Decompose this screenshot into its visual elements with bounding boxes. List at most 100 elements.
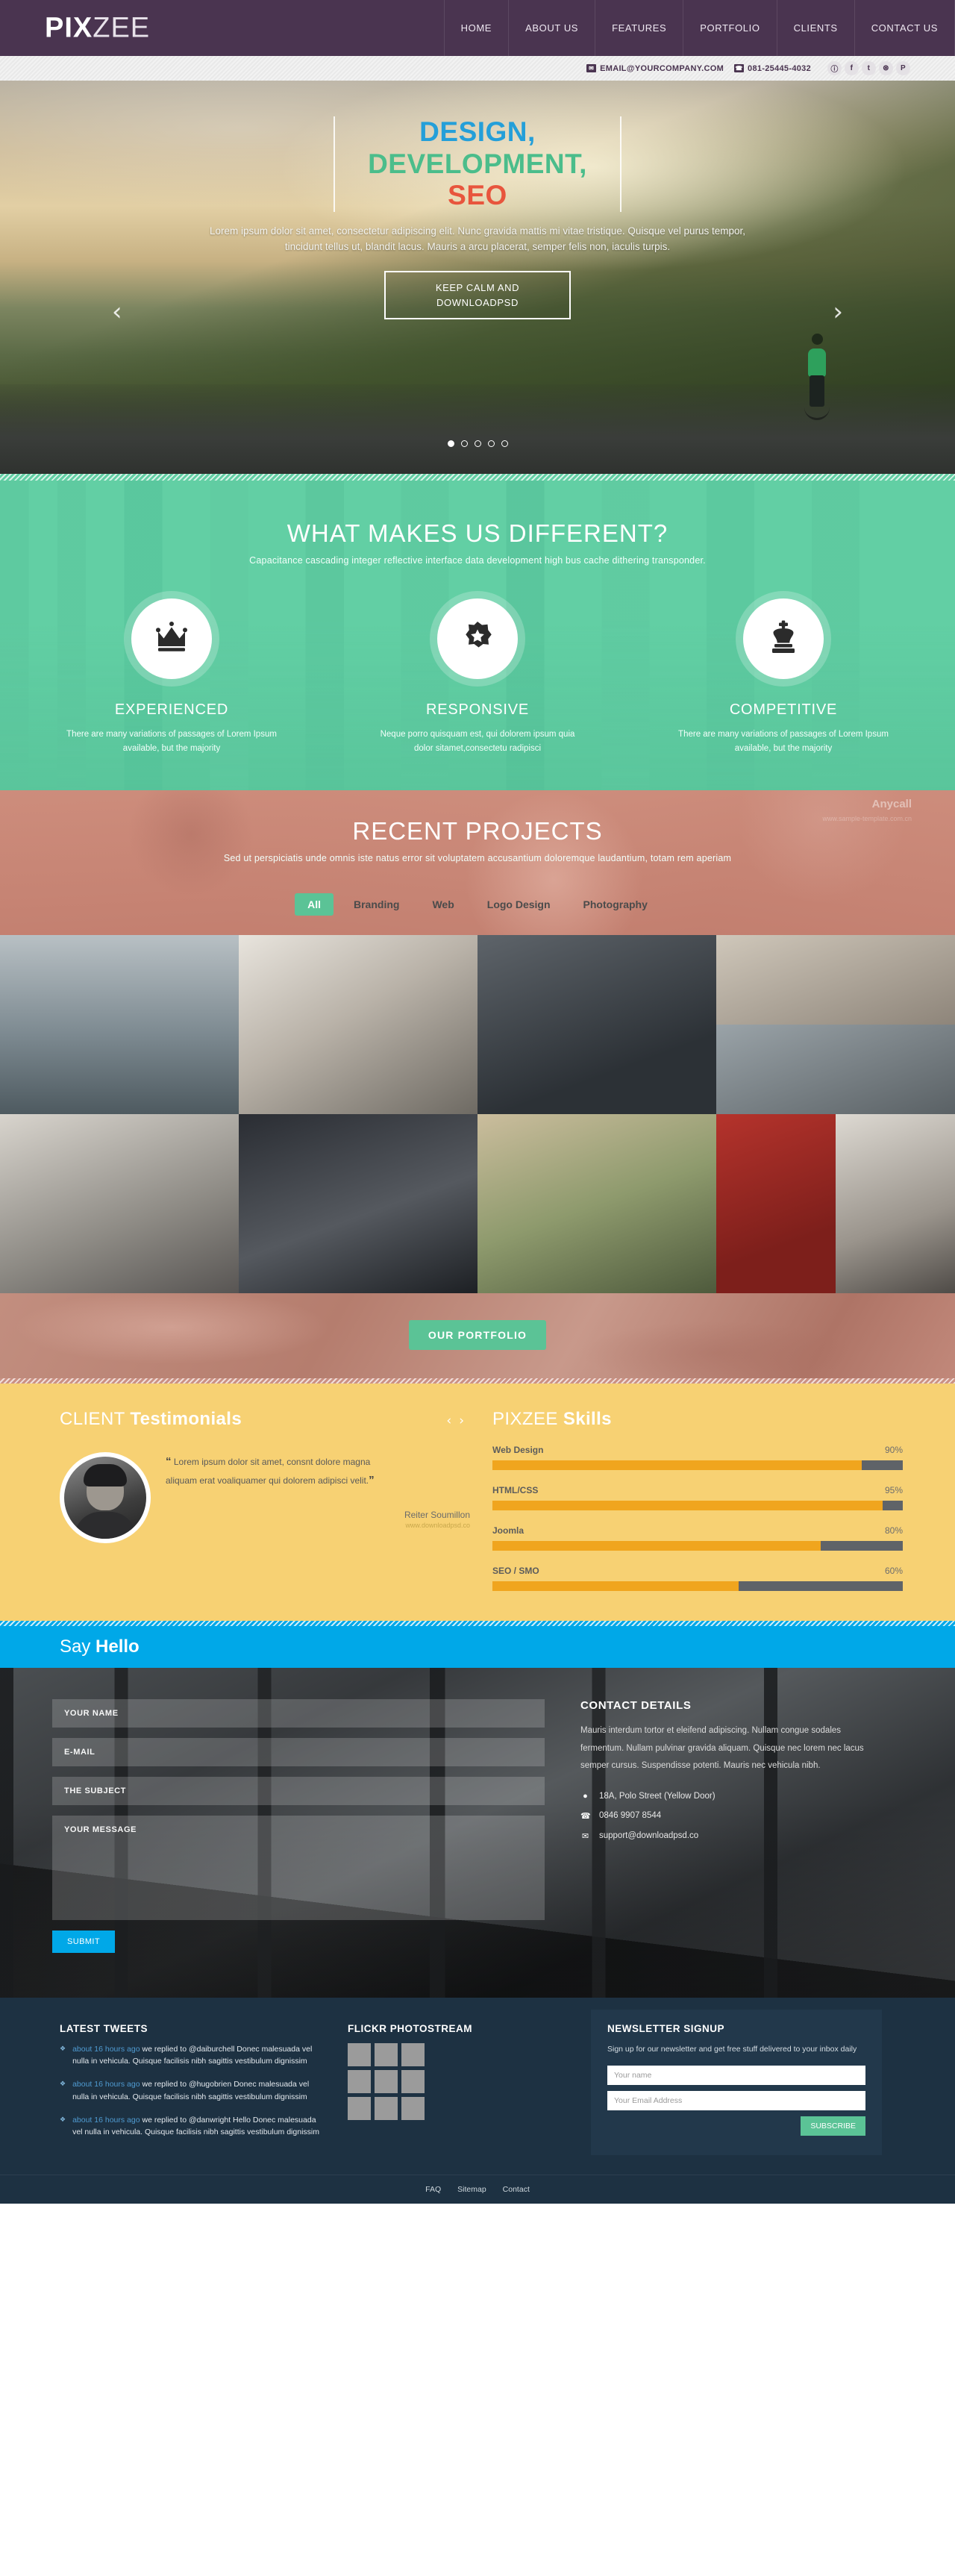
dribbble-icon[interactable]: ⊛	[879, 61, 893, 75]
filter-tab-all[interactable]: All	[295, 892, 334, 916]
nav-item-about-us[interactable]: ABOUT US	[508, 0, 595, 56]
tweet-time-2[interactable]: about 16 hours ago	[72, 2080, 140, 2089]
footer-link-faq[interactable]: FAQ	[425, 2185, 441, 2194]
newsletter-title: NEWSLETTER SIGNUP	[607, 2022, 725, 2034]
twitter-icon[interactable]: t	[862, 61, 876, 75]
hero-title: DESIGN, DEVELOPMENT, SEO	[334, 116, 621, 212]
testimonial-nav: ‹ ›	[446, 1413, 464, 1428]
slider-dot-3[interactable]	[474, 440, 481, 447]
footer-tweets-block: LATEST TWEETS ❖ about 16 hours ago we re…	[60, 2023, 321, 2155]
feature-icon-wrap-1	[131, 598, 212, 679]
flickr-thumbnail[interactable]	[348, 2069, 371, 2093]
flickr-thumbnail[interactable]	[401, 2096, 425, 2120]
slider-dot-4[interactable]	[487, 440, 495, 447]
flickr-thumbnail[interactable]	[375, 2069, 398, 2093]
portfolio-item-vintage-camera[interactable]	[836, 1113, 955, 1293]
tweet-item[interactable]: ❖ about 16 hours ago we replied to @danw…	[60, 2114, 321, 2139]
facebook-icon[interactable]: f	[845, 61, 859, 75]
hero-title-line-1: DESIGN,	[419, 116, 536, 147]
testimonials-title-light: CLIENT	[60, 1408, 131, 1429]
contact-email-input[interactable]	[52, 1737, 545, 1766]
tweet-item[interactable]: ❖ about 16 hours ago we replied to @daib…	[60, 2043, 321, 2068]
filter-tab-branding[interactable]: Branding	[341, 893, 412, 916]
feature-card-experienced[interactable]: EXPERIENCED There are many variations of…	[52, 598, 291, 756]
portfolio-item-wooden-bench[interactable]	[716, 1024, 955, 1114]
testimonial-prev-arrow[interactable]: ‹	[446, 1413, 451, 1428]
newsletter-email-input[interactable]	[607, 2091, 865, 2111]
site-logo[interactable]: PIXZEE	[45, 12, 150, 44]
testimonial-author-site: www.downloadpsd.co	[405, 1521, 470, 1529]
portfolio-item-girl-on-road[interactable]	[478, 1113, 716, 1293]
slider-dot-1[interactable]	[447, 440, 454, 447]
submit-button[interactable]: SUBMIT	[52, 1930, 115, 1953]
projects-section: Anycall www.sample-template.com.cn RECEN…	[0, 790, 955, 935]
newsletter-name-input[interactable]	[607, 2066, 865, 2086]
projects-subtitle: Sed ut perspiciatis unde omnis iste natu…	[223, 852, 732, 863]
header-phone[interactable]: ☎ 081-25445-4032	[734, 64, 811, 73]
skill-row-joomla: Joomla 80%	[492, 1525, 903, 1551]
slider-dot-2[interactable]	[460, 440, 468, 447]
flickr-thumbnail[interactable]	[401, 2069, 425, 2093]
contact-message-textarea[interactable]	[52, 1815, 545, 1920]
avatar	[60, 1451, 151, 1543]
contact-email-row[interactable]: ✉ support@downloadpsd.co	[580, 1831, 879, 1841]
portfolio-item-flatlay-gadgets[interactable]	[478, 934, 716, 1114]
cyclist-photo-element	[802, 332, 832, 420]
footer-link-sitemap[interactable]: Sitemap	[457, 2185, 486, 2194]
contact-address-text: 18A, Polo Street (Yellow Door)	[599, 1791, 716, 1801]
flickr-thumbnail[interactable]	[348, 2042, 371, 2066]
filter-tab-logo-design[interactable]: Logo Design	[475, 893, 563, 916]
footer-link-contact[interactable]: Contact	[503, 2185, 530, 2194]
tweet-item[interactable]: ❖ about 16 hours ago we replied to @hugo…	[60, 2078, 321, 2103]
flickr-thumbnail[interactable]	[375, 2042, 398, 2066]
nav-item-portfolio[interactable]: PORTFOLIO	[683, 0, 776, 56]
slider-prev-arrow[interactable]: ‹	[112, 297, 122, 327]
contact-subject-input[interactable]	[52, 1776, 545, 1805]
testimonial-next-arrow[interactable]: ›	[459, 1413, 464, 1428]
header-email[interactable]: ✉ EMAIL@YOURCOMPANY.COM	[586, 64, 724, 73]
portfolio-item-desk-with-laptop[interactable]	[239, 934, 478, 1114]
hero-title-line-3: SEO	[448, 180, 507, 211]
testimonial-author: Reiter Soumillon	[404, 1509, 470, 1520]
filter-tab-web[interactable]: Web	[419, 893, 466, 916]
portfolio-item-red-backpack[interactable]	[716, 1113, 836, 1293]
slider-dot-5[interactable]	[501, 440, 508, 447]
filter-tab-photography[interactable]: Photography	[571, 893, 660, 916]
nav-item-home[interactable]: HOME	[443, 0, 508, 56]
hero-cta-button[interactable]: KEEP CALM AND DOWNLOADPSD	[384, 271, 571, 320]
feature-card-responsive[interactable]: RESPONSIVE Neque porro quisquam est, qui…	[358, 598, 597, 756]
projects-title: RECENT PROJECTS	[352, 816, 603, 845]
contact-name-input[interactable]	[52, 1698, 545, 1728]
slider-next-arrow[interactable]: ›	[833, 297, 843, 327]
portfolio-item-car-interior-phone[interactable]	[239, 1113, 478, 1293]
testimonial-quote-text: Lorem ipsum dolor sit amet, consnt dolor…	[166, 1456, 371, 1486]
skill-label-1: Web Design	[492, 1444, 544, 1455]
say-hello-title: Say Hello	[60, 1636, 140, 1657]
portfolio-item-framed-picture[interactable]	[716, 934, 955, 1025]
feature-card-competitive[interactable]: COMPETITIVE There are many variations of…	[664, 598, 903, 756]
flickr-thumbnail[interactable]	[375, 2096, 398, 2120]
flickr-thumbnail[interactable]	[348, 2096, 371, 2120]
testimonial-quote: “ Lorem ipsum dolor sit amet, consnt dol…	[166, 1452, 382, 1490]
pinterest-icon[interactable]: P	[896, 61, 910, 75]
nav-item-contact-us[interactable]: CONTACT US	[854, 0, 955, 56]
tweet-time-3[interactable]: about 16 hours ago	[72, 2116, 140, 2125]
feature-text-2: Neque porro quisquam est, qui dolorem ip…	[380, 730, 575, 753]
tweet-time-1[interactable]: about 16 hours ago	[72, 2045, 140, 2054]
our-portfolio-button[interactable]: OUR PORTFOLIO	[408, 1319, 547, 1350]
contact-email-text: support@downloadpsd.co	[599, 1831, 699, 1841]
hero-slider: ‹ › DESIGN, DEVELOPMENT, SEO Lorem ipsum…	[0, 81, 955, 474]
subscribe-button[interactable]: SUBSCRIBE	[801, 2116, 865, 2136]
footer-flickr-block: FLICKR PHOTOSTREAM	[348, 2023, 564, 2155]
contact-details: CONTACT DETAILS Mauris interdum tortor e…	[580, 1699, 879, 1953]
footer-newsletter-block: NEWSLETTER SIGNUP Sign up for our newsle…	[591, 2009, 882, 2156]
nav-item-clients[interactable]: CLIENTS	[776, 0, 854, 56]
rss-icon[interactable]: ⓘ	[827, 61, 842, 75]
portfolio-item-office-workstation[interactable]	[0, 1113, 239, 1293]
nav-item-features[interactable]: FEATURES	[595, 0, 683, 56]
flickr-thumbnail[interactable]	[401, 2042, 425, 2066]
features-subtitle: Capacitance cascading integer reflective…	[249, 555, 706, 566]
chess-king-icon	[765, 619, 801, 659]
envelope-icon: ✉	[586, 64, 597, 72]
portfolio-item-person-in-mist[interactable]	[0, 934, 239, 1114]
